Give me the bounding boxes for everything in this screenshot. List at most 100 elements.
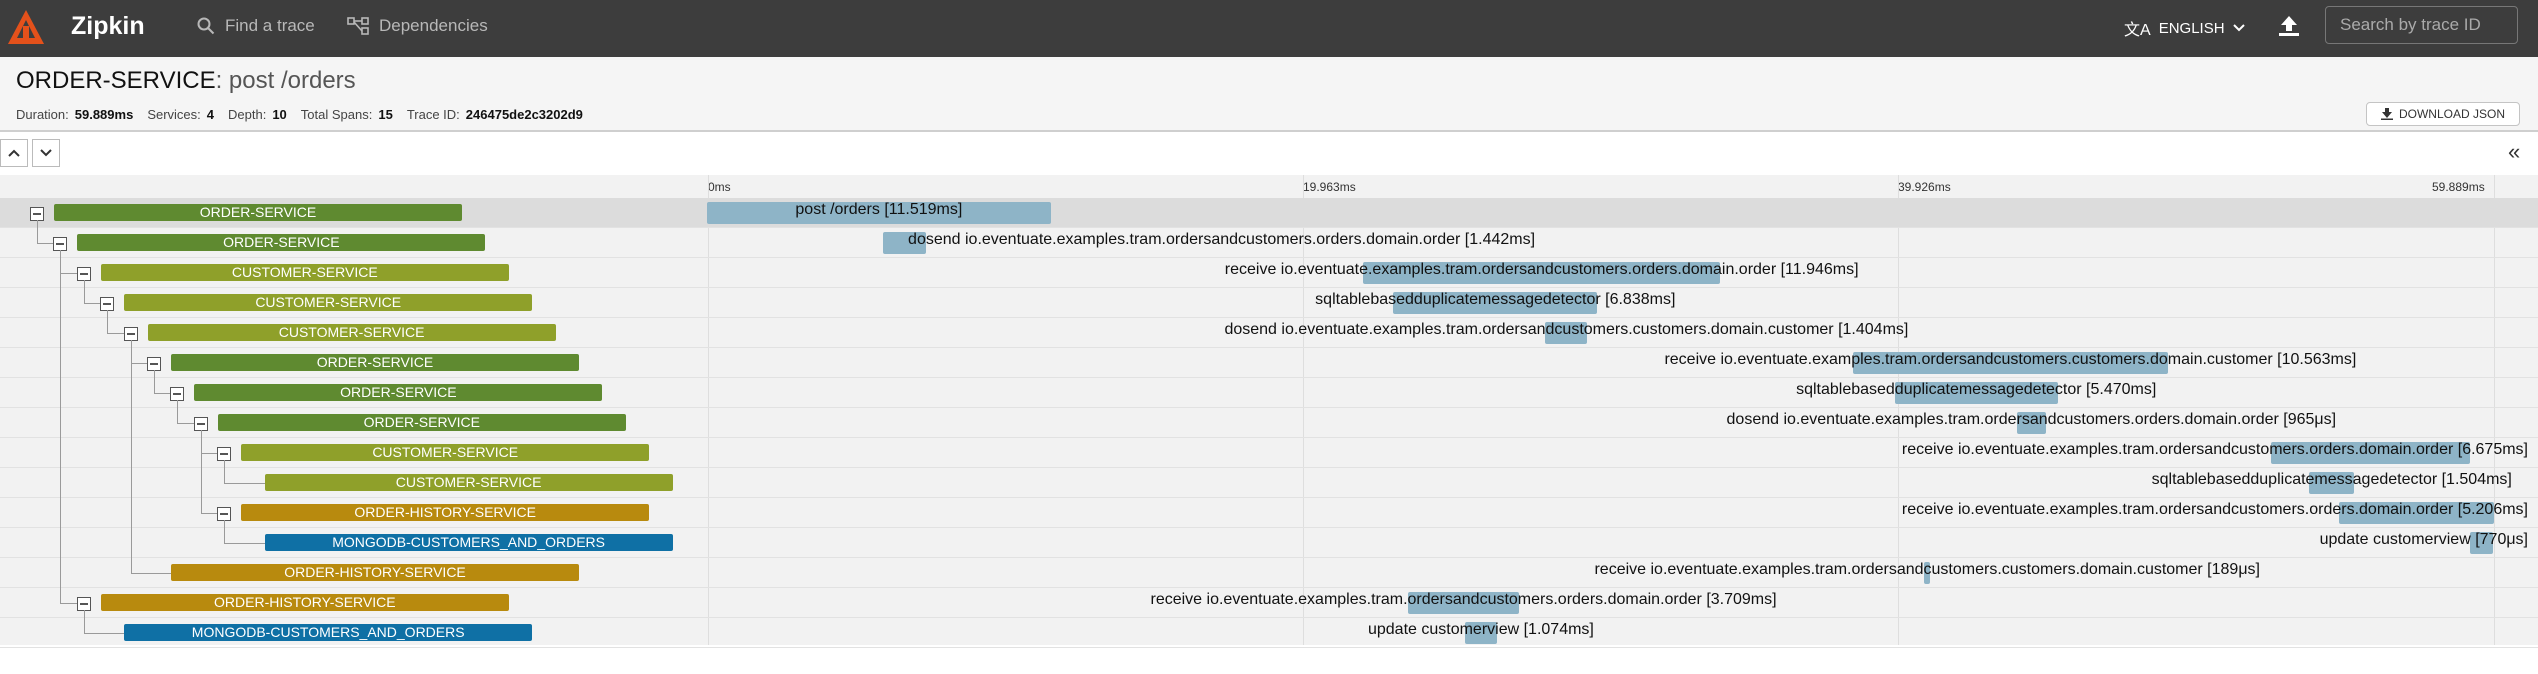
zipkin-logo-icon[interactable]: [6, 8, 46, 48]
tree-connector: [37, 220, 38, 244]
span-name-label: receive io.eventuate.examples.tram.order…: [1150, 591, 1777, 608]
nav-dependencies[interactable]: Dependencies: [347, 16, 488, 36]
chevron-down-icon: [40, 149, 52, 157]
span-collapse-toggle[interactable]: [53, 237, 68, 251]
translate-icon: 文A: [2124, 22, 2151, 39]
download-json-button[interactable]: DOWNLOAD JSON: [2366, 102, 2520, 126]
time-axis-tick: 39.926ms: [1898, 180, 1951, 194]
tree-connector: [200, 513, 218, 514]
service-name-badge[interactable]: ORDER-HISTORY-SERVICE: [241, 504, 650, 521]
duration-label: Duration:: [16, 107, 69, 122]
span-collapse-toggle[interactable]: [100, 297, 115, 311]
top-navbar: Zipkin Find a trace Dependencies 文A ENGL…: [0, 0, 2538, 57]
span-name-label: receive io.eventuate.examples.tram.order…: [1901, 501, 2528, 518]
expand-down-button[interactable]: [32, 139, 60, 167]
tree-connector: [154, 393, 171, 394]
service-name-badge[interactable]: CUSTOMER-SERVICE: [147, 324, 556, 341]
service-name-badge[interactable]: ORDER-HISTORY-SERVICE: [171, 564, 579, 581]
collapse-panel-icon[interactable]: «: [2508, 141, 2530, 164]
service-name-badge[interactable]: ORDER-SERVICE: [54, 204, 462, 221]
total-spans-value: 15: [378, 107, 393, 122]
upload-icon[interactable]: [2276, 13, 2302, 39]
tree-connector: [60, 250, 62, 604]
service-name-badge[interactable]: CUSTOMER-SERVICE: [264, 474, 673, 491]
trace-id-search-input[interactable]: [2325, 6, 2518, 44]
time-axis-tick: 19.963ms: [1303, 180, 1356, 194]
tree-connector: [107, 333, 124, 334]
time-axis-tick: 59.889ms: [2432, 180, 2485, 194]
span-name-label: dosend io.eventuate.examples.tram.orders…: [1224, 321, 1909, 338]
service-name-badge[interactable]: ORDER-SERVICE: [194, 384, 603, 401]
span-collapse-toggle[interactable]: [217, 447, 232, 461]
duration-value: 59.889ms: [74, 107, 134, 122]
span-name-label: post /orders [11.519ms]: [795, 201, 963, 218]
expand-up-button[interactable]: [0, 139, 28, 167]
span-collapse-toggle[interactable]: [170, 387, 185, 401]
span-collapse-toggle[interactable]: [147, 357, 161, 371]
root-service-name: ORDER-SERVICE: [16, 67, 216, 94]
nav-dependencies-label: Dependencies: [379, 16, 488, 35]
service-name-badge[interactable]: ORDER-SERVICE: [77, 234, 486, 251]
span-collapse-toggle[interactable]: [217, 507, 232, 521]
span-collapse-toggle[interactable]: [76, 267, 91, 281]
tree-connector: [130, 340, 132, 574]
span-name-label: dosend io.eventuate.examples.tram.orders…: [908, 231, 1536, 248]
services-value: 4: [206, 107, 215, 122]
tree-connector: [177, 400, 179, 424]
service-name-badge[interactable]: ORDER-SERVICE: [217, 414, 626, 431]
tree-connector: [224, 483, 265, 484]
service-name-badge[interactable]: CUSTOMER-SERVICE: [241, 444, 650, 461]
span-collapse-toggle[interactable]: [76, 597, 91, 611]
chevron-down-icon: [2232, 24, 2245, 32]
service-name-badge[interactable]: CUSTOMER-SERVICE: [124, 294, 533, 311]
tree-connector: [60, 603, 77, 604]
tree-connector: [83, 633, 125, 634]
span-collapse-toggle[interactable]: [123, 327, 138, 341]
tree-connector: [83, 303, 101, 304]
service-name-badge[interactable]: MONGODB-CUSTOMERS_AND_ORDERS: [264, 534, 673, 551]
span-name-label: receive io.eventuate.examples.tram.order…: [1664, 351, 2357, 368]
span-name-label: sqltablebasedduplicatemessagedetector [5…: [1796, 381, 2157, 398]
services-label: Services:: [147, 107, 201, 122]
tree-connector: [130, 573, 171, 574]
root-span-name: : post /orders: [215, 67, 356, 94]
service-name-badge[interactable]: ORDER-HISTORY-SERVICE: [100, 594, 509, 611]
span-name-label: sqltablebasedduplicatemessagedetector [1…: [2151, 471, 2512, 488]
service-name-badge[interactable]: CUSTOMER-SERVICE: [100, 264, 509, 281]
total-spans-label: Total Spans:: [300, 107, 373, 122]
tree-connector: [130, 363, 147, 364]
dependencies-icon: [347, 17, 369, 35]
page-title: ORDER-SERVICE: post /orders: [16, 67, 356, 95]
span-name-label: receive io.eventuate.examples.tram.order…: [1594, 561, 2260, 578]
nav-find-trace-label: Find a trace: [225, 16, 315, 35]
depth-value: 10: [272, 107, 287, 122]
span-name-label: receive io.eventuate.examples.tram.order…: [1901, 441, 2528, 458]
nav-find-trace[interactable]: Find a trace: [197, 16, 315, 36]
tree-connector: [83, 610, 85, 634]
download-json-label: DOWNLOAD JSON: [2398, 107, 2505, 121]
time-axis-tick: 0ms: [708, 180, 731, 194]
trace-metadata: Duration: 59.889ms Services: 4 Depth: 10 To…: [16, 107, 591, 122]
service-name-badge[interactable]: ORDER-SERVICE: [171, 354, 579, 371]
tree-connector: [224, 543, 265, 544]
span-collapse-toggle[interactable]: [30, 207, 44, 221]
service-name-badge[interactable]: MONGODB-CUSTOMERS_AND_ORDERS: [124, 624, 533, 641]
tree-connector: [154, 370, 155, 394]
language-selector[interactable]: 文A ENGLISH: [2124, 16, 2245, 40]
span-collapse-toggle[interactable]: [193, 417, 208, 431]
tree-connector: [200, 453, 218, 454]
tree-connector: [37, 243, 54, 244]
download-icon: [2380, 108, 2393, 120]
tree-connector: [224, 460, 226, 484]
depth-label: Depth:: [228, 107, 267, 122]
brand-title[interactable]: Zipkin: [71, 12, 145, 41]
span-name-label: update customerview [1.074ms]: [1367, 621, 1594, 638]
trace-id-value: 246475de2c3202d9: [465, 107, 583, 122]
language-label: ENGLISH: [2158, 19, 2225, 37]
tree-connector: [177, 423, 194, 424]
trace-id-label: Trace ID:: [406, 107, 460, 122]
chevron-up-icon: [8, 149, 20, 157]
tree-connector: [83, 280, 85, 304]
span-name-label: dosend io.eventuate.examples.tram.orders…: [1726, 411, 2337, 428]
search-icon: [197, 17, 215, 35]
